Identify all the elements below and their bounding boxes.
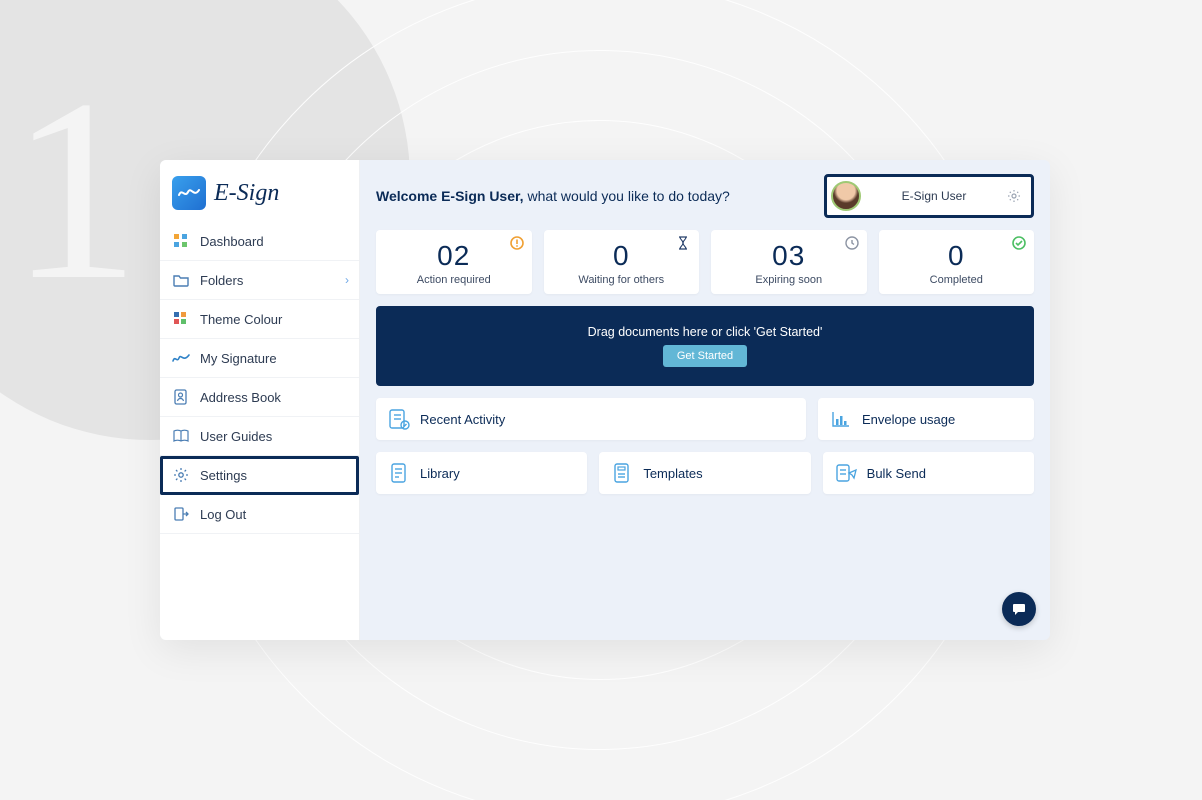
brand-mark-icon [172, 176, 206, 210]
main-content: Welcome E-Sign User, what would you like… [360, 160, 1050, 640]
alert-icon [510, 236, 524, 250]
stat-action-required[interactable]: 02 Action required [376, 230, 532, 294]
sidebar-item-theme-colour[interactable]: Theme Colour [160, 300, 359, 339]
stat-label: Completed [930, 274, 983, 286]
get-started-button[interactable]: Get Started [663, 345, 747, 367]
brand-name: E-Sign [214, 180, 279, 207]
app-window: E-Sign Dashboard Folders › Theme [160, 160, 1050, 640]
welcome-bold: Welcome E-Sign User, [376, 188, 524, 204]
document-dropzone[interactable]: Drag documents here or click 'Get Starte… [376, 306, 1034, 386]
chevron-right-icon: › [345, 273, 349, 287]
sidebar-nav: Dashboard Folders › Theme Colour My [160, 222, 359, 534]
dashboard-icon [172, 232, 190, 250]
dropzone-text: Drag documents here or click 'Get Starte… [588, 325, 823, 339]
bulk-send-icon [835, 462, 857, 484]
panel-templates[interactable]: Templates [599, 452, 810, 494]
panel-bulk-send[interactable]: Bulk Send [823, 452, 1034, 494]
top-bar: Welcome E-Sign User, what would you like… [376, 174, 1034, 218]
stat-label: Waiting for others [578, 274, 664, 286]
stat-value: 0 [613, 240, 630, 272]
panel-title: Bulk Send [867, 466, 926, 481]
clock-icon [845, 236, 859, 250]
chat-icon [1011, 601, 1027, 617]
stat-value: 03 [772, 240, 805, 272]
sidebar-item-label: Folders [200, 273, 243, 288]
chat-fab[interactable] [1002, 592, 1036, 626]
user-menu[interactable]: E-Sign User [824, 174, 1034, 218]
panel-envelope-usage[interactable]: Envelope usage [818, 398, 1034, 440]
gear-icon [172, 466, 190, 484]
hourglass-icon [677, 236, 691, 250]
brand-logo: E-Sign [160, 160, 359, 222]
activity-list-icon [388, 408, 410, 430]
library-icon [388, 462, 410, 484]
sidebar-item-label: Log Out [200, 507, 246, 522]
sidebar-item-folders[interactable]: Folders › [160, 261, 359, 300]
templates-icon [611, 462, 633, 484]
panel-title: Library [420, 466, 460, 481]
panel-title: Envelope usage [862, 412, 955, 427]
sidebar-item-label: User Guides [200, 429, 272, 444]
panel-recent-activity[interactable]: Recent Activity [376, 398, 806, 440]
decor-step-number: 1 [10, 60, 140, 320]
sidebar-item-my-signature[interactable]: My Signature [160, 339, 359, 378]
sidebar-item-label: Address Book [200, 390, 281, 405]
stat-label: Action required [417, 274, 491, 286]
stat-value: 0 [948, 240, 965, 272]
panel-title: Recent Activity [420, 412, 505, 427]
bar-chart-icon [830, 408, 852, 430]
folder-icon [172, 271, 190, 289]
stat-waiting-for-others[interactable]: 0 Waiting for others [544, 230, 700, 294]
avatar [831, 181, 861, 211]
sidebar-item-settings[interactable]: Settings [160, 456, 359, 495]
panels-row-2: Library Templates Bulk Send [376, 452, 1034, 494]
sidebar-item-label: Theme Colour [200, 312, 282, 327]
sidebar-item-label: My Signature [200, 351, 277, 366]
sidebar-item-user-guides[interactable]: User Guides [160, 417, 359, 456]
sidebar-item-dashboard[interactable]: Dashboard [160, 222, 359, 261]
signature-icon [172, 349, 190, 367]
logout-icon [172, 505, 190, 523]
sidebar-item-label: Settings [200, 468, 247, 483]
sidebar-item-address-book[interactable]: Address Book [160, 378, 359, 417]
user-name: E-Sign User [871, 189, 997, 203]
sidebar: E-Sign Dashboard Folders › Theme [160, 160, 360, 640]
gear-icon [1007, 189, 1021, 203]
stat-completed[interactable]: 0 Completed [879, 230, 1035, 294]
panel-title: Templates [643, 466, 702, 481]
stat-label: Expiring soon [755, 274, 822, 286]
welcome-rest: what would you like to do today? [524, 188, 730, 204]
sidebar-item-log-out[interactable]: Log Out [160, 495, 359, 534]
theme-colour-icon [172, 310, 190, 328]
panel-library[interactable]: Library [376, 452, 587, 494]
stat-cards: 02 Action required 0 Waiting for others … [376, 230, 1034, 294]
sidebar-item-label: Dashboard [200, 234, 264, 249]
stat-value: 02 [437, 240, 470, 272]
book-icon [172, 427, 190, 445]
address-book-icon [172, 388, 190, 406]
welcome-message: Welcome E-Sign User, what would you like… [376, 188, 730, 204]
checkmark-circle-icon [1012, 236, 1026, 250]
panels-row-1: Recent Activity Envelope usage [376, 398, 1034, 440]
stat-expiring-soon[interactable]: 03 Expiring soon [711, 230, 867, 294]
